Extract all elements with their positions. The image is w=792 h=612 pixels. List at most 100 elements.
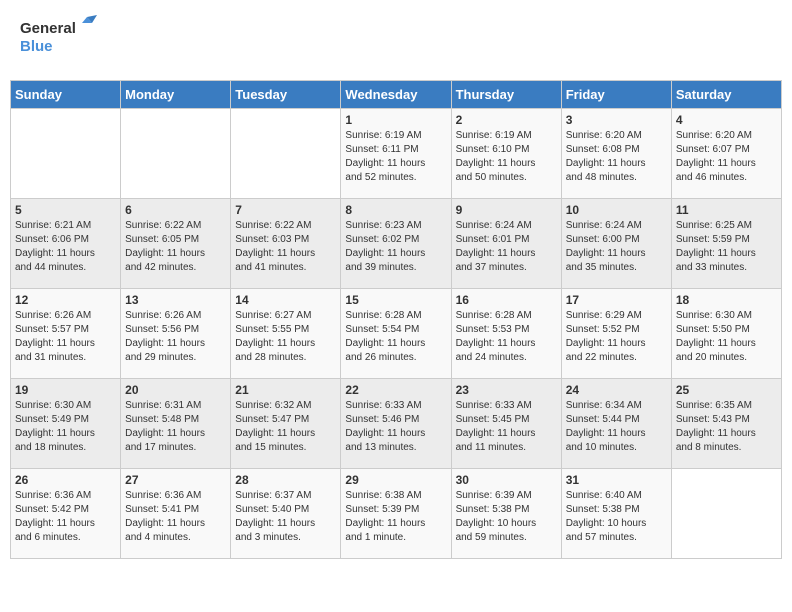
day-info: Sunrise: 6:23 AM Sunset: 6:02 PM Dayligh… [345, 219, 446, 275]
day-info: Sunrise: 6:27 AM Sunset: 5:55 PM Dayligh… [235, 309, 336, 365]
calendar-cell: 19 Sunrise: 6:30 AM Sunset: 5:49 PM Dayli… [11, 379, 121, 469]
calendar-cell: 26 Sunrise: 6:36 AM Sunset: 5:42 PM Dayli… [11, 469, 121, 559]
calendar-cell: 22 Sunrise: 6:33 AM Sunset: 5:46 PM Dayli… [341, 379, 451, 469]
calendar-cell: 15 Sunrise: 6:28 AM Sunset: 5:54 PM Dayli… [341, 289, 451, 379]
day-info: Sunrise: 6:22 AM Sunset: 6:05 PM Dayligh… [125, 219, 226, 275]
day-number: 1 [345, 113, 446, 127]
day-number: 30 [456, 473, 557, 487]
weekday-header: Monday [121, 81, 231, 109]
calendar-cell: 5Sunrise: 6:21 AM Sunset: 6:06 PM Daylig… [11, 199, 121, 289]
day-number: 28 [235, 473, 336, 487]
day-info: Sunrise: 6:24 AM Sunset: 6:01 PM Dayligh… [456, 219, 557, 275]
day-number: 8 [345, 203, 446, 217]
calendar-cell: 7Sunrise: 6:22 AM Sunset: 6:03 PM Daylig… [231, 199, 341, 289]
day-number: 18 [676, 293, 777, 307]
logo: General Blue [20, 15, 100, 65]
day-info: Sunrise: 6:31 AM Sunset: 5:48 PM Dayligh… [125, 399, 226, 455]
calendar-header: SundayMondayTuesdayWednesdayThursdayFrid… [11, 81, 782, 109]
weekday-header: Sunday [11, 81, 121, 109]
calendar-cell: 17 Sunrise: 6:29 AM Sunset: 5:52 PM Dayli… [561, 289, 671, 379]
calendar-cell [231, 109, 341, 199]
calendar-cell: 6Sunrise: 6:22 AM Sunset: 6:05 PM Daylig… [121, 199, 231, 289]
day-info: Sunrise: 6:33 AM Sunset: 5:45 PM Dayligh… [456, 399, 557, 455]
calendar-cell [11, 109, 121, 199]
calendar-cell: 20 Sunrise: 6:31 AM Sunset: 5:48 PM Dayli… [121, 379, 231, 469]
day-number: 4 [676, 113, 777, 127]
day-number: 31 [566, 473, 667, 487]
day-number: 27 [125, 473, 226, 487]
day-number: 9 [456, 203, 557, 217]
calendar-cell: 27 Sunrise: 6:36 AM Sunset: 5:41 PM Dayli… [121, 469, 231, 559]
svg-text:Blue: Blue [20, 38, 53, 55]
day-info: Sunrise: 6:37 AM Sunset: 5:40 PM Dayligh… [235, 489, 336, 545]
calendar-cell: 28 Sunrise: 6:37 AM Sunset: 5:40 PM Dayli… [231, 469, 341, 559]
day-info: Sunrise: 6:19 AM Sunset: 6:11 PM Dayligh… [345, 129, 446, 185]
day-info: Sunrise: 6:36 AM Sunset: 5:42 PM Dayligh… [15, 489, 116, 545]
day-number: 17 [566, 293, 667, 307]
day-number: 3 [566, 113, 667, 127]
day-info: Sunrise: 6:36 AM Sunset: 5:41 PM Dayligh… [125, 489, 226, 545]
day-info: Sunrise: 6:22 AM Sunset: 6:03 PM Dayligh… [235, 219, 336, 275]
calendar-cell: 14 Sunrise: 6:27 AM Sunset: 5:55 PM Dayli… [231, 289, 341, 379]
calendar-cell: 8 Sunrise: 6:23 AM Sunset: 6:02 PM Daylig… [341, 199, 451, 289]
day-number: 22 [345, 383, 446, 397]
calendar-cell: 13 Sunrise: 6:26 AM Sunset: 5:56 PM Dayli… [121, 289, 231, 379]
day-number: 13 [125, 293, 226, 307]
weekday-header: Tuesday [231, 81, 341, 109]
day-number: 19 [15, 383, 116, 397]
day-number: 14 [235, 293, 336, 307]
day-number: 21 [235, 383, 336, 397]
weekday-header: Thursday [451, 81, 561, 109]
day-info: Sunrise: 6:20 AM Sunset: 6:07 PM Dayligh… [676, 129, 777, 185]
calendar-cell: 29 Sunrise: 6:38 AM Sunset: 5:39 PM Dayli… [341, 469, 451, 559]
day-number: 23 [456, 383, 557, 397]
day-info: Sunrise: 6:28 AM Sunset: 5:53 PM Dayligh… [456, 309, 557, 365]
day-info: Sunrise: 6:19 AM Sunset: 6:10 PM Dayligh… [456, 129, 557, 185]
calendar-cell: 23 Sunrise: 6:33 AM Sunset: 5:45 PM Dayli… [451, 379, 561, 469]
calendar-cell: 21 Sunrise: 6:32 AM Sunset: 5:47 PM Dayli… [231, 379, 341, 469]
calendar-cell: 9 Sunrise: 6:24 AM Sunset: 6:01 PM Daylig… [451, 199, 561, 289]
day-number: 24 [566, 383, 667, 397]
weekday-header: Wednesday [341, 81, 451, 109]
weekday-header: Saturday [671, 81, 781, 109]
calendar-cell: 3 Sunrise: 6:20 AM Sunset: 6:08 PM Daylig… [561, 109, 671, 199]
calendar-cell: 2 Sunrise: 6:19 AM Sunset: 6:10 PM Daylig… [451, 109, 561, 199]
day-info: Sunrise: 6:38 AM Sunset: 5:39 PM Dayligh… [345, 489, 446, 545]
day-info: Sunrise: 6:26 AM Sunset: 5:57 PM Dayligh… [15, 309, 116, 365]
calendar-cell: 18 Sunrise: 6:30 AM Sunset: 5:50 PM Dayli… [671, 289, 781, 379]
calendar-cell: 31 Sunrise: 6:40 AM Sunset: 5:38 PM Dayli… [561, 469, 671, 559]
day-number: 26 [15, 473, 116, 487]
day-info: Sunrise: 6:29 AM Sunset: 5:52 PM Dayligh… [566, 309, 667, 365]
day-info: Sunrise: 6:40 AM Sunset: 5:38 PM Dayligh… [566, 489, 667, 545]
calendar-cell: 10 Sunrise: 6:24 AM Sunset: 6:00 PM Dayli… [561, 199, 671, 289]
day-info: Sunrise: 6:30 AM Sunset: 5:49 PM Dayligh… [15, 399, 116, 455]
day-number: 15 [345, 293, 446, 307]
day-info: Sunrise: 6:39 AM Sunset: 5:38 PM Dayligh… [456, 489, 557, 545]
day-number: 20 [125, 383, 226, 397]
day-number: 10 [566, 203, 667, 217]
day-info: Sunrise: 6:34 AM Sunset: 5:44 PM Dayligh… [566, 399, 667, 455]
day-info: Sunrise: 6:26 AM Sunset: 5:56 PM Dayligh… [125, 309, 226, 365]
day-number: 2 [456, 113, 557, 127]
calendar-cell [121, 109, 231, 199]
day-number: 11 [676, 203, 777, 217]
day-info: Sunrise: 6:30 AM Sunset: 5:50 PM Dayligh… [676, 309, 777, 365]
calendar-cell: 30 Sunrise: 6:39 AM Sunset: 5:38 PM Dayli… [451, 469, 561, 559]
day-info: Sunrise: 6:33 AM Sunset: 5:46 PM Dayligh… [345, 399, 446, 455]
calendar-cell: 1 Sunrise: 6:19 AM Sunset: 6:11 PM Daylig… [341, 109, 451, 199]
day-info: Sunrise: 6:35 AM Sunset: 5:43 PM Dayligh… [676, 399, 777, 455]
day-info: Sunrise: 6:20 AM Sunset: 6:08 PM Dayligh… [566, 129, 667, 185]
day-info: Sunrise: 6:24 AM Sunset: 6:00 PM Dayligh… [566, 219, 667, 275]
calendar-cell: 4 Sunrise: 6:20 AM Sunset: 6:07 PM Daylig… [671, 109, 781, 199]
svg-text:General: General [20, 20, 76, 37]
day-info: Sunrise: 6:21 AM Sunset: 6:06 PM Dayligh… [15, 219, 116, 275]
calendar-cell: 25 Sunrise: 6:35 AM Sunset: 5:43 PM Dayli… [671, 379, 781, 469]
weekday-header: Friday [561, 81, 671, 109]
day-info: Sunrise: 6:32 AM Sunset: 5:47 PM Dayligh… [235, 399, 336, 455]
page-header: General Blue [10, 10, 782, 70]
day-number: 12 [15, 293, 116, 307]
day-number: 25 [676, 383, 777, 397]
day-info: Sunrise: 6:28 AM Sunset: 5:54 PM Dayligh… [345, 309, 446, 365]
day-number: 29 [345, 473, 446, 487]
calendar-table: SundayMondayTuesdayWednesdayThursdayFrid… [10, 80, 782, 559]
